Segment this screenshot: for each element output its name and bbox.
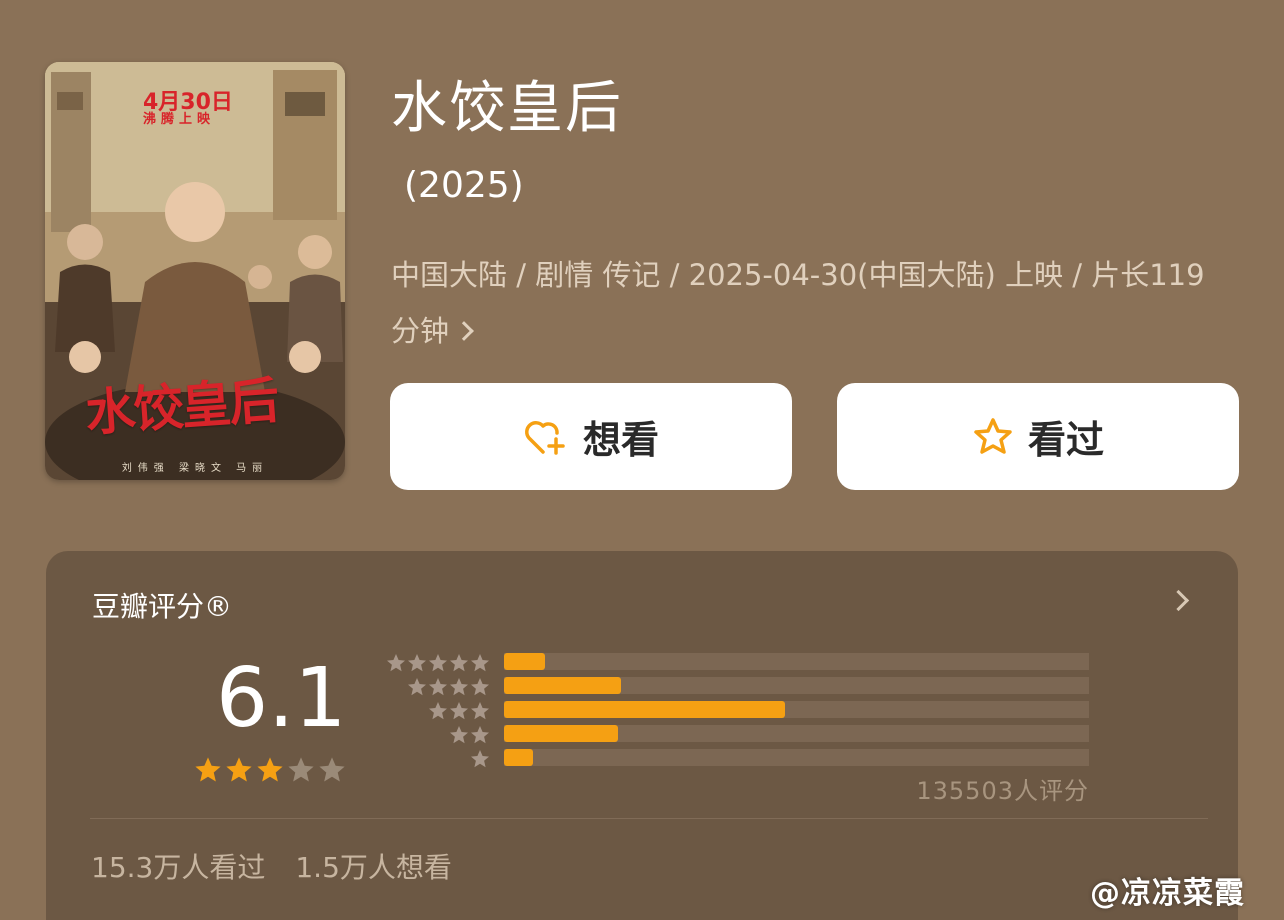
rating-distribution: [504, 653, 1089, 773]
distribution-bar-track-4: [504, 677, 1089, 694]
distribution-bar-track-1: [504, 749, 1089, 766]
seen-count: 15.3万人看过: [91, 851, 266, 884]
star-small-icon: [470, 677, 490, 697]
distribution-bar-1: [504, 749, 534, 766]
poster-credits: 刘伟强 梁晓文 马丽: [121, 463, 269, 474]
watermark: @凉凉菜霞: [1090, 876, 1245, 911]
distribution-bar-4: [504, 677, 621, 694]
card-divider: [90, 818, 1208, 819]
star-small-icon: [407, 677, 427, 697]
distribution-star-labels: [384, 651, 490, 771]
distribution-bar-track-2: [504, 725, 1089, 742]
star-filled-icon: [225, 756, 253, 788]
score-stars: [194, 756, 346, 788]
rating-section-title: 豆瓣评分®: [92, 590, 233, 623]
star-small-icon: [428, 701, 448, 721]
star-small-icon: [428, 677, 448, 697]
distribution-bar-5: [504, 653, 545, 670]
star-small-icon: [449, 653, 469, 673]
star-small-icon: [449, 725, 469, 745]
chevron-right-icon: [454, 321, 474, 341]
heart-plus-icon: [523, 416, 569, 458]
star-filled-icon: [194, 756, 222, 788]
star-empty-icon: [318, 756, 346, 788]
star-outline-icon: [972, 416, 1014, 458]
star-small-icon: [407, 653, 427, 673]
star-small-icon: [470, 725, 490, 745]
star-small-icon: [470, 749, 490, 769]
distribution-star-label-1: [384, 747, 490, 771]
star-small-icon: [449, 701, 469, 721]
want-to-watch-button[interactable]: 想看: [390, 383, 792, 490]
star-small-icon: [386, 653, 406, 673]
movie-title: 水饺皇后: [391, 76, 623, 141]
distribution-bar-2: [504, 725, 619, 742]
star-empty-icon: [287, 756, 315, 788]
star-small-icon: [470, 653, 490, 673]
star-small-icon: [470, 701, 490, 721]
want-to-watch-label: 想看: [582, 418, 659, 462]
distribution-star-label-4: [384, 675, 490, 699]
douban-rating-card[interactable]: 豆瓣评分® 6.1 135503人评分 15.3万人看过 1.5万人想看: [46, 551, 1238, 920]
watched-label: 看过: [1027, 418, 1104, 462]
movie-year: (2025): [404, 165, 524, 206]
chevron-right-icon[interactable]: [1167, 589, 1190, 612]
distribution-star-label-2: [384, 723, 490, 747]
distribution-star-label-5: [384, 651, 490, 675]
star-small-icon: [428, 653, 448, 673]
watched-button[interactable]: 看过: [837, 383, 1239, 490]
distribution-star-label-3: [384, 699, 490, 723]
watch-stats: 15.3万人看过 1.5万人想看: [91, 846, 452, 886]
movie-meta-text: 中国大陆 / 剧情 传记 / 2025-04-30(中国大陆) 上映 / 片长1…: [391, 258, 1205, 348]
rating-count: 135503人评分: [916, 777, 1089, 805]
star-filled-icon: [256, 756, 284, 788]
movie-meta-info[interactable]: 中国大陆 / 剧情 传记 / 2025-04-30(中国大陆) 上映 / 片长1…: [391, 247, 1231, 359]
distribution-bar-3: [504, 701, 785, 718]
movie-poster[interactable]: 4月30日 沸腾上映 水饺皇后 刘伟强 梁晓文 马丽: [45, 62, 345, 480]
distribution-bar-track-5: [504, 653, 1089, 670]
star-small-icon: [449, 677, 469, 697]
rating-score: 6.1: [216, 651, 347, 746]
want-count: 1.5万人想看: [295, 851, 452, 884]
poster-title-art: 水饺皇后: [83, 370, 280, 443]
movie-page: 4月30日 沸腾上映 水饺皇后 刘伟强 梁晓文 马丽 水饺皇后 (2025) 中…: [0, 0, 1284, 920]
distribution-bar-track-3: [504, 701, 1089, 718]
poster-release-text: 沸腾上映: [143, 112, 216, 127]
